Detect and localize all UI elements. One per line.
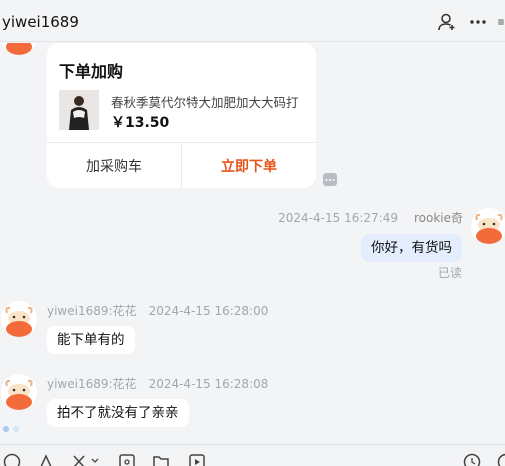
message-bubble[interactable]: 能下单有的 bbox=[47, 326, 135, 354]
emoji-icon[interactable] bbox=[3, 453, 21, 466]
product-thumbnail[interactable] bbox=[59, 90, 99, 130]
message-more-icon[interactable] bbox=[323, 173, 337, 186]
message-sender: rookie奇 bbox=[413, 211, 463, 225]
input-toolbar bbox=[0, 444, 505, 466]
image-icon[interactable] bbox=[118, 453, 136, 466]
message-timestamp: 2024-4-15 16:28:08 bbox=[148, 377, 269, 391]
message-meta: 2024-4-15 16:27:49 rookie奇 bbox=[278, 209, 463, 226]
scissors-icon[interactable] bbox=[71, 453, 89, 466]
buy-now-button[interactable]: 立即下单 bbox=[182, 143, 316, 188]
order-card-title: 下单加购 bbox=[59, 62, 124, 81]
avatar[interactable] bbox=[1, 301, 37, 337]
font-icon[interactable] bbox=[37, 453, 55, 466]
message-sender: yiwei1689:花花 bbox=[47, 377, 137, 391]
chat-header: yiwei1689 bbox=[0, 0, 505, 42]
message-timestamp: 2024-4-15 16:27:49 bbox=[278, 211, 398, 225]
chevron-down-icon[interactable] bbox=[90, 453, 100, 466]
avatar[interactable] bbox=[1, 374, 37, 410]
video-icon[interactable] bbox=[188, 453, 206, 466]
avatar[interactable] bbox=[471, 208, 505, 244]
loading-dot bbox=[3, 426, 9, 432]
message-timestamp: 2024-4-15 16:28:00 bbox=[148, 304, 269, 318]
folder-icon[interactable] bbox=[152, 453, 170, 466]
message-meta: yiwei1689:花花 2024-4-15 16:28:00 bbox=[47, 302, 268, 319]
message-bubble[interactable]: 你好，有货吗 bbox=[361, 234, 462, 262]
message-bubble[interactable]: 拍不了就没有了亲亲 bbox=[47, 399, 189, 427]
more-icon[interactable] bbox=[468, 12, 488, 32]
loading-dot bbox=[13, 426, 19, 432]
menu-icon[interactable] bbox=[497, 12, 505, 32]
product-price: ￥13.50 bbox=[111, 115, 170, 131]
add-person-icon[interactable] bbox=[437, 12, 457, 32]
add-to-cart-button[interactable]: 加采购车 bbox=[47, 143, 181, 188]
chat-title: yiwei1689 bbox=[2, 13, 79, 31]
message-meta: yiwei1689:花花 2024-4-15 16:28:08 bbox=[47, 375, 268, 392]
product-name[interactable]: 春秋季莫代尔特大加肥加大大码打 bbox=[111, 92, 311, 111]
read-status: 已读 bbox=[437, 266, 462, 280]
loading-indicator bbox=[3, 426, 19, 432]
order-card: 下单加购 春秋季莫代尔特大加肥加大大码打 ￥13.50 加采购车 立即下单 bbox=[47, 43, 316, 188]
more-tools-icon[interactable] bbox=[497, 453, 505, 466]
message-sender: yiwei1689:花花 bbox=[47, 304, 137, 318]
history-icon[interactable] bbox=[463, 453, 481, 466]
